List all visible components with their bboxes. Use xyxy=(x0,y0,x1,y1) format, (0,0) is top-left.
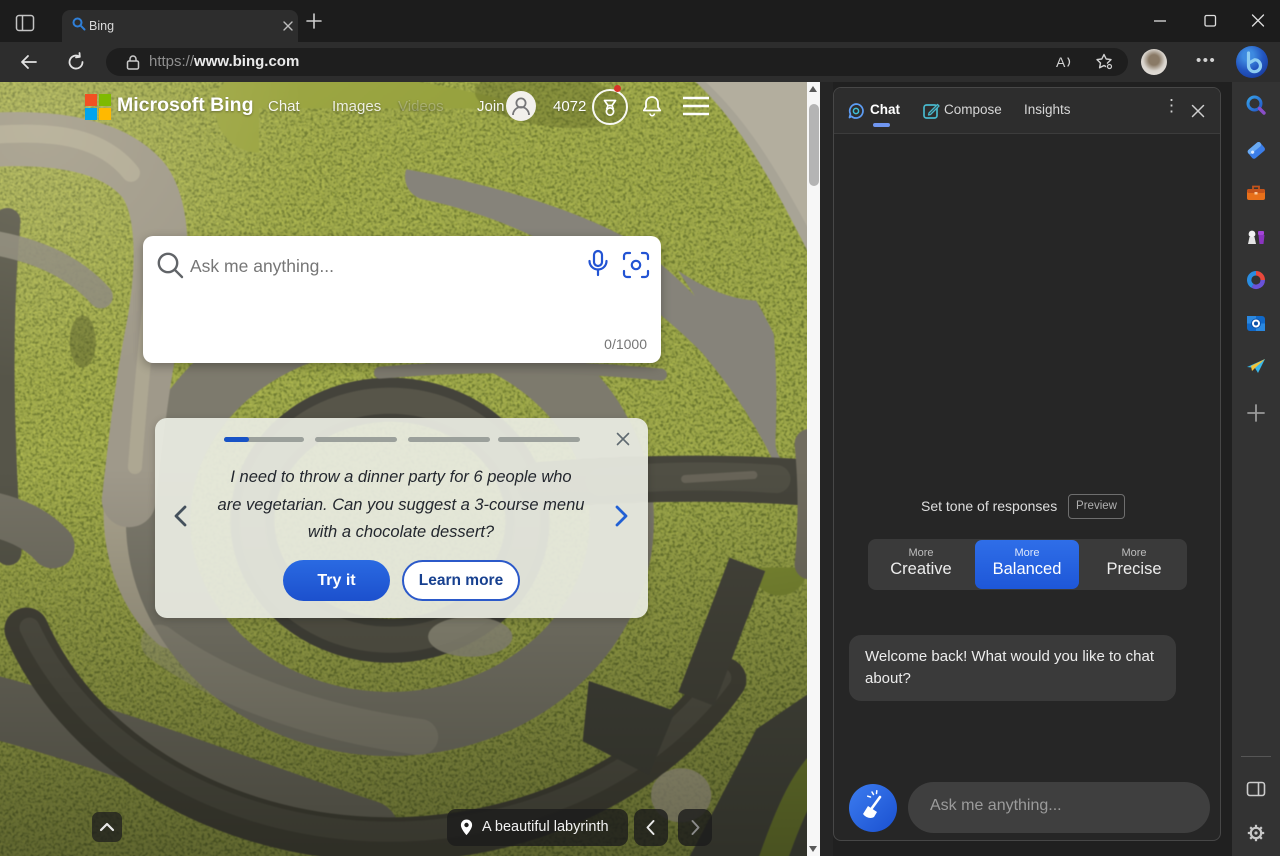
svg-text:A: A xyxy=(1056,54,1066,70)
